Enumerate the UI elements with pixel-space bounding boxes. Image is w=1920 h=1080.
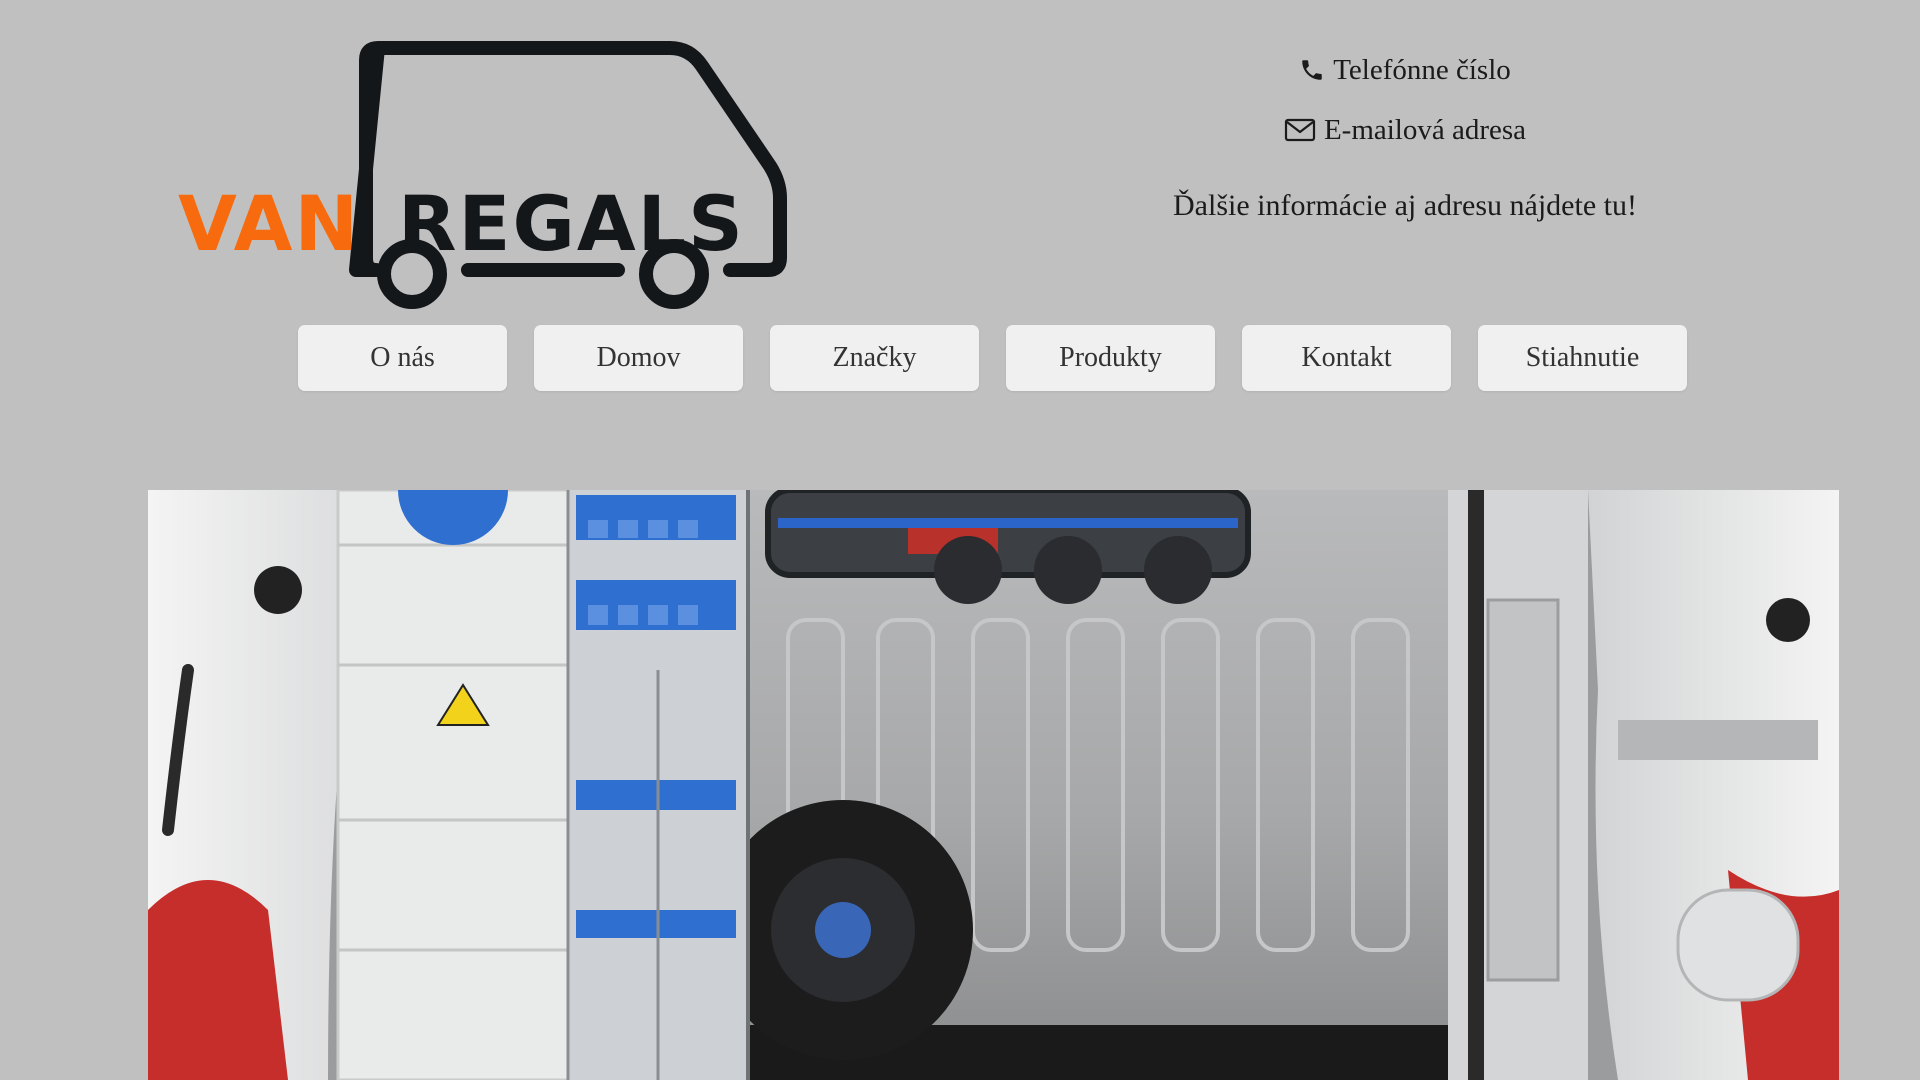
phone-link[interactable]: Telefónne číslo (1100, 50, 1710, 90)
nav-button-o-nas[interactable]: O nás (298, 325, 507, 391)
more-info-link[interactable]: Ďalšie informácie aj adresu nájdete tu! (1100, 186, 1710, 226)
nav-button-domov[interactable]: Domov (534, 325, 743, 391)
contact-block: Telefónne číslo E-mailová adresa Ďalšie … (1100, 50, 1710, 226)
logo-text-van: VAN (178, 179, 361, 268)
nav-button-produkty[interactable]: Produkty (1006, 325, 1215, 391)
van-interior-photo (148, 490, 1839, 1080)
logo-text-regals: REGALS (398, 179, 745, 268)
page: VAN REGALS Telefónne číslo E-mailová adr… (0, 0, 1920, 1080)
nav-button-kontakt[interactable]: Kontakt (1242, 325, 1451, 391)
nav-button-stiahnutie[interactable]: Stiahnutie (1478, 325, 1687, 391)
email-label: E-mailová adresa (1323, 114, 1527, 146)
phone-icon (1299, 57, 1325, 83)
envelope-icon (1284, 117, 1316, 143)
hero-image (148, 490, 1839, 1080)
main-nav: O nás Domov Značky Produkty Kontakt Stia… (298, 325, 1687, 391)
nav-button-znacky[interactable]: Značky (770, 325, 979, 391)
email-link[interactable]: E-mailová adresa (1100, 110, 1710, 150)
phone-label: Telefónne číslo (1333, 54, 1511, 86)
site-logo[interactable]: VAN REGALS (170, 36, 800, 326)
